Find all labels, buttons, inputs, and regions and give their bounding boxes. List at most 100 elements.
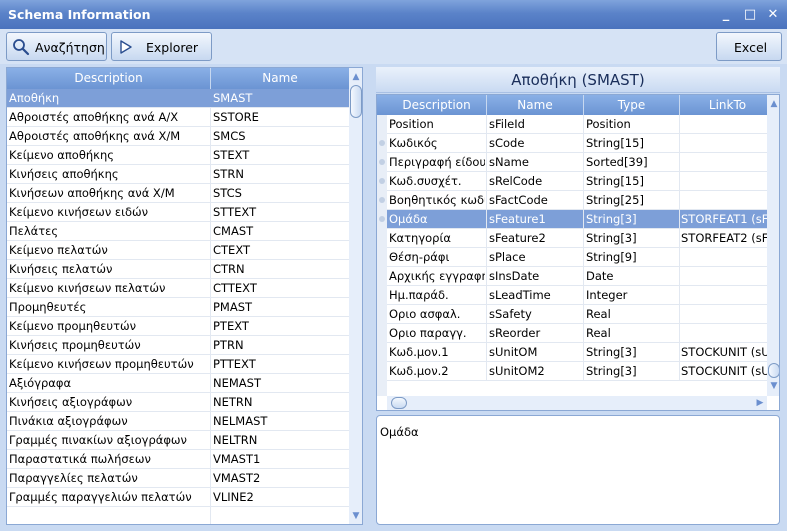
field-row[interactable]: Κωδικός sCode String[15] bbox=[387, 134, 767, 153]
table-row[interactable]: Πελάτες CMAST bbox=[7, 222, 349, 241]
cell-divider bbox=[486, 115, 487, 134]
scroll-down-arrow-icon[interactable]: ▼ bbox=[767, 379, 779, 393]
scroll-down-arrow-icon[interactable]: ▼ bbox=[349, 509, 362, 523]
hscrollbar-thumb[interactable] bbox=[391, 397, 407, 409]
field-row[interactable]: Κωδ.μον.1 sUnitOM String[3] STOCKUNIT (sUni… bbox=[387, 343, 767, 362]
explorer-button-label: Explorer bbox=[146, 40, 199, 55]
table-row[interactable]: Αθροιστές αποθήκης ανά Χ/Μ SMCS bbox=[7, 127, 349, 146]
field-row[interactable]: Κωδ.συσχέτ. sRelCode String[15] bbox=[387, 172, 767, 191]
table-row[interactable]: Γραμμές παραγγελιών πελατών VLINE2 bbox=[7, 488, 349, 507]
scroll-up-arrow-icon[interactable]: ▲ bbox=[767, 97, 779, 111]
scrollbar-thumb[interactable] bbox=[768, 363, 779, 378]
field-description-box[interactable]: Ομάδα bbox=[376, 415, 780, 525]
table-row[interactable]: Πινάκια αξιογράφων NELMAST bbox=[7, 412, 349, 431]
table-description-cell: Γραμμές παραγγελιών πελατών bbox=[9, 490, 192, 504]
field-description-cell: Ημ.παράδ. bbox=[389, 288, 449, 302]
table-row[interactable]: Γραμμές πινακίων αξιογράφων NELTRN bbox=[7, 431, 349, 450]
scroll-right-arrow-icon[interactable]: ▶ bbox=[753, 396, 767, 410]
field-name-cell: sPlace bbox=[489, 250, 526, 264]
column-header-name[interactable]: Name bbox=[487, 98, 583, 112]
column-header-type[interactable]: Type bbox=[584, 98, 679, 112]
search-button[interactable]: Αναζήτηση bbox=[6, 32, 107, 61]
field-linkto-cell: STOCKUNIT (sUnitOM) bbox=[681, 345, 767, 359]
table-row[interactable]: Κείμενο κινήσεων προμηθευτών PTTEXT bbox=[7, 355, 349, 374]
field-row[interactable]: Ημ.παράδ. sLeadTime Integer bbox=[387, 286, 767, 305]
field-row[interactable]: Position sFileId Position bbox=[387, 115, 767, 134]
field-row[interactable]: Ομάδα sFeature1 String[3] STORFEAT1 (sFeatu… bbox=[387, 210, 767, 229]
close-button[interactable]: ✕ bbox=[764, 6, 782, 24]
field-row[interactable]: Κατηγορία sFeature2 String[3] STORFEAT2 (sF… bbox=[387, 229, 767, 248]
table-row[interactable]: Κείμενο προμηθευτών PTEXT bbox=[7, 317, 349, 336]
cell-divider bbox=[583, 191, 584, 210]
cell-divider bbox=[679, 191, 680, 210]
table-row[interactable]: Παραγγελίες πελατών VMAST2 bbox=[7, 469, 349, 488]
column-header-name[interactable]: Name bbox=[211, 71, 349, 85]
field-type-cell: String[3] bbox=[586, 364, 637, 378]
cell-divider bbox=[679, 286, 680, 305]
field-type-cell: Position bbox=[586, 117, 631, 131]
field-description-cell: Κωδ.μον.2 bbox=[389, 364, 449, 378]
table-row[interactable]: Προμηθευτές PMAST bbox=[7, 298, 349, 317]
field-row[interactable]: Θέση-ράφι sPlace String[9] bbox=[387, 248, 767, 267]
table-description-cell: Κείμενο αποθήκης bbox=[9, 148, 114, 162]
field-row[interactable]: Οριο ασφαλ. sSafety Real bbox=[387, 305, 767, 324]
field-description-cell: Θέση-ράφι bbox=[389, 250, 450, 264]
fields-grid-scrollbar[interactable]: ▲ ▼ bbox=[767, 95, 779, 396]
field-row[interactable]: Βοηθητικός κωδικός sFactCode String[25] bbox=[387, 191, 767, 210]
table-row[interactable]: Κινήσεις αποθήκης STRN bbox=[7, 165, 349, 184]
field-linkto-cell: STOCKUNIT (sUnitOM2) bbox=[681, 364, 767, 378]
table-name-cell: STRN bbox=[213, 167, 244, 181]
scroll-up-arrow-icon[interactable]: ▲ bbox=[349, 70, 362, 84]
table-row[interactable]: Κινήσεις πελατών CTRN bbox=[7, 260, 349, 279]
field-row[interactable]: Κωδ.μον.2 sUnitOM2 String[3] STOCKUNIT (sUn… bbox=[387, 362, 767, 381]
table-row[interactable]: Κινήσεις προμηθευτών PTRN bbox=[7, 336, 349, 355]
table-row[interactable]: Κείμενο πελατών CTEXT bbox=[7, 241, 349, 260]
fields-grid-hscrollbar[interactable]: ▶ bbox=[387, 396, 767, 410]
cell-divider bbox=[679, 248, 680, 267]
table-row[interactable]: Αθροιστές αποθήκης ανά Α/Χ SSTORE bbox=[7, 108, 349, 127]
table-row[interactable]: Αξιόγραφα NEMAST bbox=[7, 374, 349, 393]
cell-divider bbox=[486, 153, 487, 172]
table-row[interactable]: Κινήσεων αποθήκης ανά Χ/Μ STCS bbox=[7, 184, 349, 203]
table-description-cell: Γραμμές πινακίων αξιογράφων bbox=[9, 433, 187, 447]
tables-list-scrollbar[interactable]: ▲ ▼ bbox=[349, 68, 362, 524]
field-row[interactable]: Περιγραφή είδους sName Sorted[39] bbox=[387, 153, 767, 172]
cell-divider bbox=[583, 305, 584, 324]
field-description-cell: Κωδικός bbox=[389, 136, 438, 150]
row-marker-dot-icon bbox=[379, 216, 385, 222]
table-description-cell: Κείμενο προμηθευτών bbox=[9, 319, 137, 333]
column-header-description[interactable]: Description bbox=[387, 98, 486, 112]
cell-divider bbox=[583, 229, 584, 248]
column-header-description[interactable]: Description bbox=[7, 71, 210, 85]
table-row[interactable]: Παραστατικά πωλήσεων VMAST1 bbox=[7, 450, 349, 469]
cell-divider bbox=[486, 191, 487, 210]
table-row[interactable]: Κείμενο κινήσεων ειδών STTEXT bbox=[7, 203, 349, 222]
explorer-button[interactable]: Explorer bbox=[111, 32, 212, 61]
field-description-cell: Περιγραφή είδους bbox=[389, 155, 485, 169]
table-name-cell: STCS bbox=[213, 186, 242, 200]
table-row[interactable]: Αποθήκη SMAST bbox=[7, 89, 349, 108]
cell-divider bbox=[679, 267, 680, 286]
cell-divider bbox=[583, 362, 584, 381]
table-name-cell: NEMAST bbox=[213, 376, 261, 390]
table-name-cell: STTEXT bbox=[213, 205, 257, 219]
window-title: Schema Information bbox=[8, 7, 151, 22]
table-row[interactable]: Κείμενο αποθήκης STEXT bbox=[7, 146, 349, 165]
column-header-linkto[interactable]: LinkTo bbox=[680, 98, 775, 112]
table-description-cell: Προμηθευτές bbox=[9, 300, 87, 314]
field-row[interactable]: Οριο παραγγ. sReorder Real bbox=[387, 324, 767, 343]
excel-button[interactable]: Excel bbox=[716, 32, 782, 61]
table-row[interactable]: Κινήσεις αξιογράφων NETRN bbox=[7, 393, 349, 412]
cell-divider bbox=[486, 362, 487, 381]
field-name-cell: sCode bbox=[489, 136, 525, 150]
field-type-cell: String[3] bbox=[586, 345, 637, 359]
field-name-cell: sRelCode bbox=[489, 174, 543, 188]
field-type-cell: String[25] bbox=[586, 193, 644, 207]
cell-divider bbox=[583, 324, 584, 343]
scrollbar-thumb[interactable] bbox=[350, 85, 362, 118]
table-row[interactable]: Κείμενο κινήσεων πελατών CTTEXT bbox=[7, 279, 349, 298]
table-description-cell: Κείμενο κινήσεων προμηθευτών bbox=[9, 357, 194, 371]
minimize-button[interactable]: _ bbox=[717, 6, 735, 24]
maximize-button[interactable]: □ bbox=[741, 6, 759, 24]
field-row[interactable]: Αρχικής εγγραφής sInsDate Date bbox=[387, 267, 767, 286]
